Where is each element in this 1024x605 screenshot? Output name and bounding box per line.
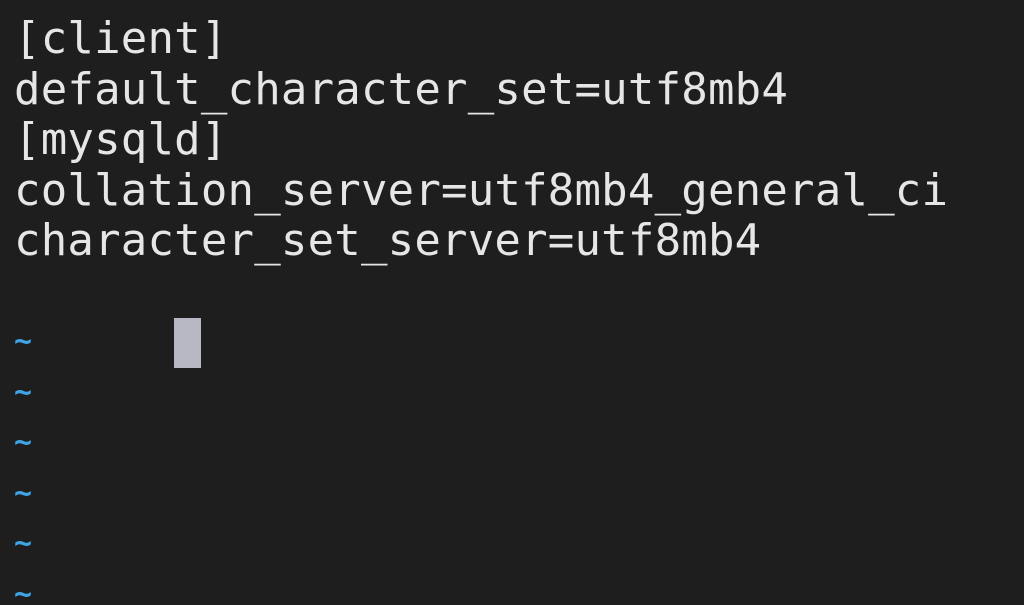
empty-line-marker: ~ <box>14 475 33 511</box>
text-line: collation_server=utf8mb4_general_ci <box>14 164 949 216</box>
editor-buffer[interactable]: [client] default_character_set=utf8mb4 [… <box>14 13 1024 605</box>
empty-line-marker: ~ <box>14 526 33 561</box>
empty-line-marker: ~ <box>14 374 33 410</box>
terminal-window[interactable]: [client] default_character_set=utf8mb4 [… <box>0 0 1024 605</box>
text-line: character_set_server=utf8mb4 <box>14 215 762 266</box>
text-line: [client] <box>14 13 228 64</box>
cursor-line[interactable] <box>14 267 1024 368</box>
empty-line-marker: ~ <box>14 425 33 460</box>
text-cursor <box>174 318 202 368</box>
empty-line-marker: ~ <box>14 576 33 605</box>
text-line: default_character_set=utf8mb4 <box>14 63 789 115</box>
text-line: [mysqld] <box>14 114 228 165</box>
